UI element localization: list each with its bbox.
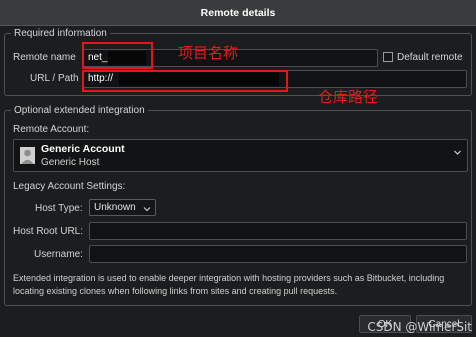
remote-name-highlight-box bbox=[82, 42, 153, 69]
username-input[interactable] bbox=[89, 245, 467, 263]
host-type-label: Host Type: bbox=[35, 203, 83, 214]
host-root-url-input[interactable] bbox=[89, 222, 467, 240]
chevron-down-icon bbox=[453, 148, 462, 160]
default-remote-checkbox[interactable] bbox=[383, 52, 393, 62]
url-path-highlight-box bbox=[82, 70, 288, 92]
remote-account-dropdown[interactable]: Generic Account Generic Host bbox=[13, 139, 468, 172]
watermark: CSDN @WimerSit bbox=[367, 320, 472, 334]
person-icon bbox=[20, 147, 35, 164]
optional-integration-legend: Optional extended integration bbox=[11, 104, 148, 117]
account-name: Generic Account bbox=[41, 143, 125, 155]
default-remote-label: Default remote bbox=[397, 52, 463, 63]
account-host: Generic Host bbox=[41, 157, 100, 168]
project-name-annotation: 项目名称 bbox=[178, 44, 239, 62]
host-type-select[interactable]: Unknown bbox=[89, 199, 156, 216]
remote-name-label: Remote name bbox=[13, 52, 76, 63]
dialog-title: Remote details bbox=[200, 6, 276, 19]
repo-path-annotation: 仓库路径 bbox=[318, 88, 379, 106]
integration-help-text: Extended integration is used to enable d… bbox=[13, 273, 445, 296]
account-avatar bbox=[20, 147, 35, 164]
chevron-down-icon bbox=[143, 203, 151, 218]
host-root-url-label: Host Root URL: bbox=[13, 226, 84, 237]
legacy-settings-label: Legacy Account Settings: bbox=[13, 181, 126, 192]
host-type-value: Unknown bbox=[94, 202, 136, 213]
required-info-legend: Required information bbox=[11, 27, 110, 40]
username-label: Username: bbox=[34, 249, 83, 260]
dialog-title-bar: Remote details bbox=[0, 0, 476, 26]
url-path-label: URL / Path bbox=[30, 73, 79, 84]
remote-account-label: Remote Account: bbox=[13, 124, 90, 135]
